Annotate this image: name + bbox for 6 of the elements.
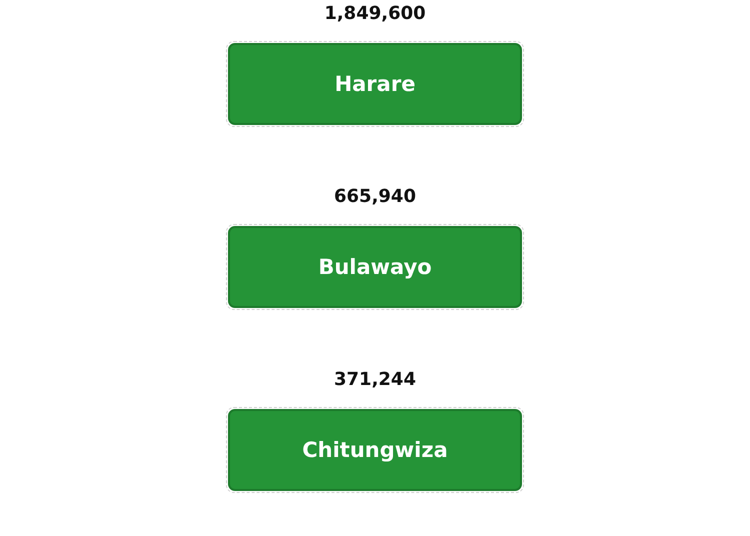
- city-button[interactable]: Harare: [228, 43, 522, 125]
- population-count: 371,244: [334, 368, 416, 392]
- city-button[interactable]: Chitungwiza: [228, 409, 522, 491]
- population-count: 665,940: [334, 185, 416, 209]
- population-count: 1,849,600: [324, 2, 426, 26]
- city-button[interactable]: Bulawayo: [228, 226, 522, 308]
